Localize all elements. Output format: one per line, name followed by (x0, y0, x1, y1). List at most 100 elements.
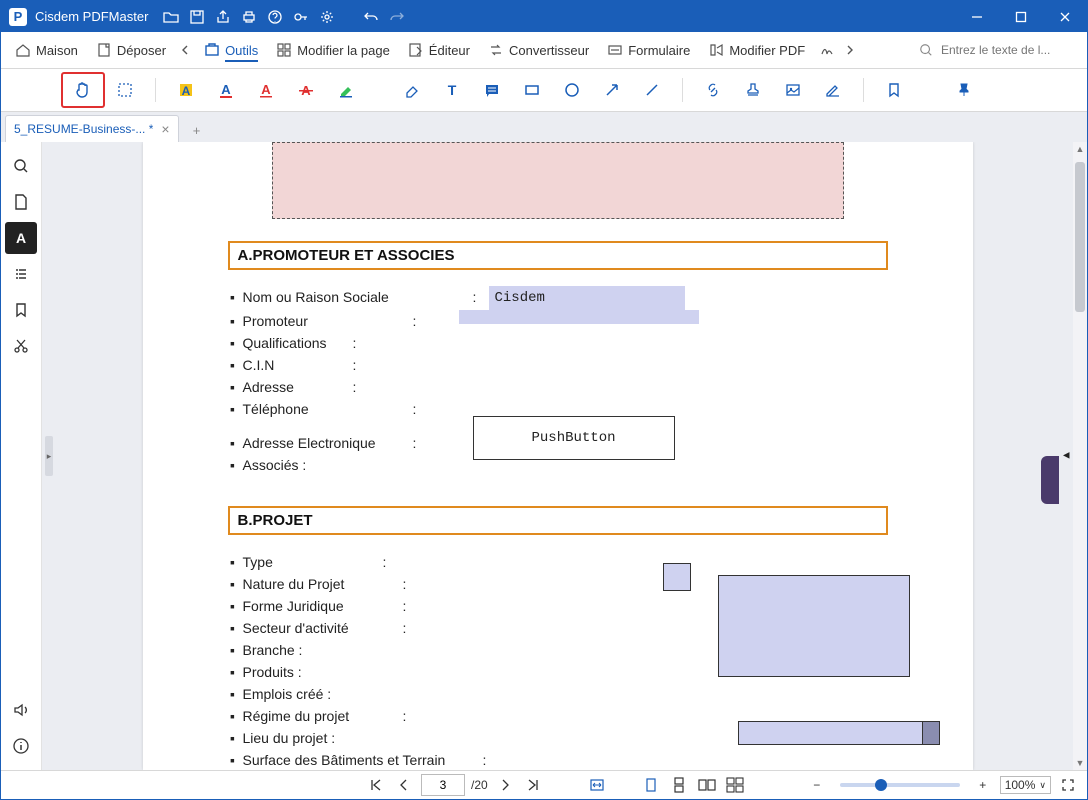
signature-tool[interactable] (813, 74, 853, 106)
scroll-thumb[interactable] (1075, 162, 1085, 312)
field-nom[interactable]: Cisdem (489, 286, 685, 310)
two-continuous-button[interactable] (724, 774, 746, 796)
underline-tool[interactable]: A (246, 74, 286, 106)
scroll-up-icon[interactable]: ▲ (1073, 142, 1087, 156)
checkbox-field[interactable] (663, 563, 691, 591)
redo-icon[interactable] (384, 1, 410, 32)
zoom-out-button[interactable]: − (806, 774, 828, 796)
scroll-down-icon[interactable]: ▼ (1073, 756, 1087, 770)
sidebar-page-icon[interactable] (5, 186, 37, 218)
sidebar-cut-icon[interactable] (5, 330, 37, 362)
listbox-field[interactable] (718, 575, 910, 677)
close-button[interactable] (1043, 1, 1087, 32)
menu-formulaire[interactable]: Formulaire (599, 38, 698, 62)
zoom-in-button[interactable]: + (972, 774, 994, 796)
form-highlight-box (272, 142, 844, 219)
eraser-tool[interactable] (392, 74, 432, 106)
page-input[interactable] (421, 774, 465, 796)
toolbar: A A A A T (1, 69, 1087, 112)
help-icon[interactable] (262, 1, 288, 32)
share-icon[interactable] (210, 1, 236, 32)
right-gutter[interactable]: ▸ (1059, 142, 1073, 770)
combobox-field[interactable] (738, 721, 940, 745)
side-panel-tab[interactable] (1041, 456, 1059, 504)
document-viewport[interactable]: A.PROMOTEUR ET ASSOCIES ▪Nom ou Raison S… (56, 142, 1059, 770)
next-page-button[interactable] (494, 774, 516, 796)
sidebar-search-icon[interactable] (5, 150, 37, 182)
rectangle-tool[interactable] (512, 74, 552, 106)
menu-scroll-right[interactable] (841, 45, 859, 55)
left-gutter[interactable]: ▸ (42, 142, 56, 770)
line-tool[interactable] (632, 74, 672, 106)
save-icon[interactable] (184, 1, 210, 32)
stamp-tool[interactable] (733, 74, 773, 106)
page-total: /20 (471, 778, 488, 792)
zoom-value[interactable]: 100%∨ (1000, 776, 1051, 794)
pdf-page: A.PROMOTEUR ET ASSOCIES ▪Nom ou Raison S… (143, 142, 973, 770)
app-logo: P (9, 8, 27, 26)
sidebar-list-icon[interactable] (5, 258, 37, 290)
tab-name: 5_RESUME-Business-... * (14, 122, 153, 136)
menu-deposer[interactable]: Déposer (88, 38, 174, 62)
section-b-header: B.PROJET (228, 506, 888, 535)
text-color-tool[interactable]: A (206, 74, 246, 106)
tab-close-icon[interactable]: × (161, 121, 169, 137)
arrow-tool[interactable] (592, 74, 632, 106)
search-icon (919, 43, 933, 57)
fullscreen-button[interactable] (1057, 774, 1079, 796)
menu-modifier-pdf[interactable]: Modifier PDF (700, 38, 813, 62)
maximize-button[interactable] (999, 1, 1043, 32)
sidebar-text-icon[interactable]: A (5, 222, 37, 254)
titlebar: P Cisdem PDFMaster (1, 1, 1087, 32)
add-tab-button[interactable]: + (185, 118, 209, 142)
last-page-button[interactable] (522, 774, 544, 796)
menu-outils[interactable]: Outils (196, 38, 266, 62)
link-tool[interactable] (693, 74, 733, 106)
sidebar-sound-icon[interactable] (5, 694, 37, 726)
menu-modifier-page[interactable]: Modifier la page (268, 38, 398, 62)
svg-text:A: A (261, 82, 271, 97)
pin-tool[interactable] (944, 74, 984, 106)
menu-sign[interactable] (815, 38, 839, 62)
statusbar: /20 − + 100%∨ (1, 770, 1087, 799)
undo-icon[interactable] (358, 1, 384, 32)
bookmark-tool[interactable] (874, 74, 914, 106)
single-page-button[interactable] (640, 774, 662, 796)
minimize-button[interactable] (955, 1, 999, 32)
prev-page-button[interactable] (393, 774, 415, 796)
document-tab[interactable]: 5_RESUME-Business-... * × (5, 115, 179, 142)
image-tool[interactable] (773, 74, 813, 106)
highlight-tool[interactable]: A (166, 74, 206, 106)
menu-maison[interactable]: Maison (7, 38, 86, 62)
settings-icon[interactable] (314, 1, 340, 32)
search-box[interactable] (919, 42, 1081, 58)
two-page-button[interactable] (696, 774, 718, 796)
strikethrough-tool[interactable]: A (286, 74, 326, 106)
first-page-button[interactable] (365, 774, 387, 796)
note-tool[interactable] (472, 74, 512, 106)
search-input[interactable] (939, 42, 1073, 58)
text-tool[interactable]: T (432, 74, 472, 106)
field-promoteur[interactable] (459, 310, 699, 324)
menu-editeur[interactable]: Éditeur (400, 38, 478, 62)
select-tool[interactable] (105, 74, 145, 106)
svg-text:A: A (16, 230, 26, 246)
print-icon[interactable] (236, 1, 262, 32)
zoom-slider[interactable] (840, 783, 960, 787)
sidebar-info-icon[interactable] (5, 730, 37, 762)
sidebar-bookmark-icon[interactable] (5, 294, 37, 326)
section-a-header: A.PROMOTEUR ET ASSOCIES (228, 241, 888, 270)
circle-tool[interactable] (552, 74, 592, 106)
svg-text:T: T (448, 82, 457, 98)
open-icon[interactable] (158, 1, 184, 32)
marker-tool[interactable] (326, 74, 366, 106)
key-icon[interactable] (288, 1, 314, 32)
menu-convertisseur[interactable]: Convertisseur (480, 38, 597, 62)
menu-scroll-left[interactable] (176, 45, 194, 55)
continuous-page-button[interactable] (668, 774, 690, 796)
hand-tool[interactable] (61, 72, 105, 108)
svg-text:A: A (221, 82, 231, 97)
vertical-scrollbar[interactable]: ▲ ▼ (1073, 142, 1087, 770)
fit-width-button[interactable] (586, 774, 608, 796)
menubar: Maison Déposer Outils Modifier la page É… (1, 32, 1087, 69)
